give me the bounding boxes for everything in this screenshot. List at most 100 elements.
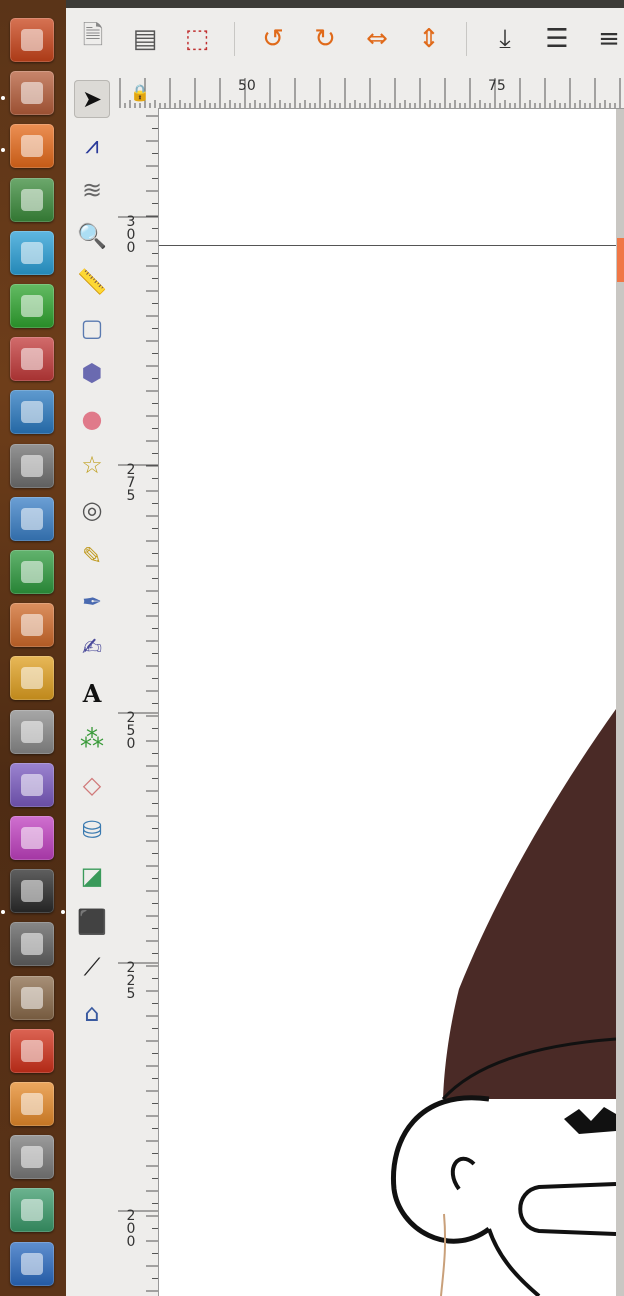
inkscape-icon — [21, 880, 43, 903]
fontforge-icon — [21, 1039, 43, 1062]
kodi-icon — [21, 401, 43, 424]
launcher-item[interactable] — [10, 1188, 54, 1233]
chrome-icon — [21, 188, 43, 211]
unity-launcher — [0, 0, 66, 1296]
launcher-item[interactable] — [10, 1135, 54, 1180]
launcher-item[interactable] — [10, 71, 54, 116]
blender-icon — [21, 1093, 43, 1115]
flip-horizontal-icon[interactable]: ⇔ — [360, 22, 394, 56]
3d-box-tool-icon[interactable]: ⬢ — [74, 354, 110, 392]
app-icon — [21, 1252, 43, 1275]
lock-icon[interactable]: 🔒 — [128, 80, 152, 104]
lower-to-bottom-icon[interactable]: ⤓ — [488, 22, 522, 56]
connector-tool-icon[interactable]: ⌂ — [74, 994, 110, 1032]
calligraphy-tool-icon[interactable]: ✍ — [74, 628, 110, 666]
eraser-tool-icon[interactable]: ◇ — [74, 766, 110, 804]
launcher-item[interactable] — [10, 656, 54, 701]
launcher-item[interactable] — [10, 230, 54, 275]
gradient-tool-icon[interactable]: ◪ — [74, 857, 110, 895]
rotate-ccw-icon[interactable]: ↺ — [256, 22, 290, 56]
running-indicator — [1, 96, 5, 100]
green-pipe-icon — [21, 295, 43, 317]
running-indicator — [1, 148, 5, 152]
node-tool-icon[interactable]: ⩘ — [74, 126, 110, 164]
dash-icon — [21, 29, 43, 51]
ellipse-tool-icon[interactable]: ● — [74, 400, 110, 438]
launcher-item[interactable] — [10, 922, 54, 967]
ruler-label: 250 — [126, 710, 136, 752]
raise-icon[interactable]: ☰ — [540, 22, 574, 56]
window-title-strip — [66, 0, 624, 8]
flip-vertical-icon[interactable]: ⇕ — [412, 22, 446, 56]
running-indicator — [1, 910, 5, 914]
launcher-item[interactable] — [10, 603, 54, 648]
launcher-item[interactable] — [10, 284, 54, 328]
text-tool-icon[interactable]: A — [74, 674, 110, 712]
cheek-line — [487, 1228, 541, 1296]
spray-tool-icon[interactable]: ⁂ — [74, 720, 110, 758]
gimp-icon — [21, 986, 43, 1009]
eyebrow — [564, 1107, 616, 1134]
ruler-label: 225 — [126, 960, 136, 1002]
rectangle-tool-icon[interactable]: ▢ — [74, 309, 110, 347]
ruler-label: 275 — [126, 462, 136, 504]
launcher-item[interactable] — [10, 443, 54, 488]
align-left-icon[interactable]: ≡ — [592, 22, 624, 56]
launcher-item[interactable] — [10, 124, 54, 169]
launcher-item[interactable] — [10, 390, 54, 435]
spiral-tool-icon[interactable]: ◎ — [74, 491, 110, 529]
selector-tool-icon[interactable]: ➤ — [74, 80, 110, 118]
launcher-item[interactable] — [10, 1082, 54, 1126]
character-drawing[interactable] — [159, 109, 616, 1296]
drawing-canvas[interactable] — [159, 109, 616, 1296]
pen-tool-icon[interactable]: ✒ — [74, 583, 110, 621]
vertical-ruler[interactable]: 300 275 250 225 200 — [118, 108, 159, 1296]
launcher-item[interactable] — [10, 550, 54, 594]
launcher-item[interactable] — [10, 18, 54, 62]
toolbar-separator — [466, 22, 467, 56]
ruler-label: 75 — [488, 78, 506, 94]
document-properties-icon[interactable]: 🗎 — [76, 21, 110, 56]
ruler-label: 200 — [126, 1208, 136, 1250]
launcher-item[interactable] — [10, 177, 54, 222]
scrollbar-thumb[interactable] — [617, 238, 624, 282]
mouth — [518, 1182, 616, 1236]
launcher-item[interactable] — [10, 816, 54, 860]
ruler-label: 300 — [126, 214, 136, 256]
paint-bucket-tool-icon[interactable]: ⛁ — [74, 811, 110, 849]
impress-icon — [21, 614, 43, 637]
draw-icon — [21, 667, 43, 690]
launcher-item[interactable] — [10, 1241, 54, 1286]
commands-toolbar: 🗎 ▤ ⬚ ↺ ↻ ⇔ ⇕ ⤓ ☰ ≡ — [66, 0, 624, 78]
telegram-icon — [21, 241, 43, 264]
launcher-item[interactable] — [10, 975, 54, 1020]
select-all-icon[interactable]: ▤ — [128, 22, 162, 56]
star-tool-icon[interactable]: ☆ — [74, 446, 110, 484]
launcher-item[interactable] — [10, 337, 54, 382]
dropper-tool-icon[interactable]: ⟋ — [74, 948, 110, 986]
text-editor-icon — [21, 720, 43, 743]
launcher-item[interactable] — [10, 496, 54, 541]
writer-icon — [21, 507, 43, 530]
screenshot-icon — [21, 933, 43, 956]
focus-indicator — [61, 910, 65, 914]
mesh-tool-icon[interactable]: ⬛ — [74, 903, 110, 941]
rotate-cw-icon[interactable]: ↻ — [308, 22, 342, 56]
launcher-item[interactable] — [10, 869, 54, 914]
firefox-icon — [21, 135, 43, 158]
zoom-tool-icon[interactable]: 🔍 — [74, 217, 110, 255]
calc-icon — [21, 561, 43, 583]
tweak-tool-icon[interactable]: ≋ — [74, 171, 110, 209]
ear-outline — [390, 1095, 491, 1244]
horizontal-ruler[interactable]: 50 75 — [118, 78, 624, 109]
canvas-scrollbar[interactable] — [616, 109, 624, 1296]
calculator-icon — [21, 454, 43, 477]
pencil-tool-icon[interactable]: ✎ — [74, 537, 110, 575]
launcher-item[interactable] — [10, 1028, 54, 1073]
measure-tool-icon[interactable]: 📏 — [74, 263, 110, 301]
launcher-item[interactable] — [10, 709, 54, 754]
popcorn-icon — [21, 348, 43, 371]
color-picker-icon — [21, 827, 43, 849]
zoom-selection-icon[interactable]: ⬚ — [180, 22, 214, 56]
launcher-item[interactable] — [10, 762, 54, 807]
